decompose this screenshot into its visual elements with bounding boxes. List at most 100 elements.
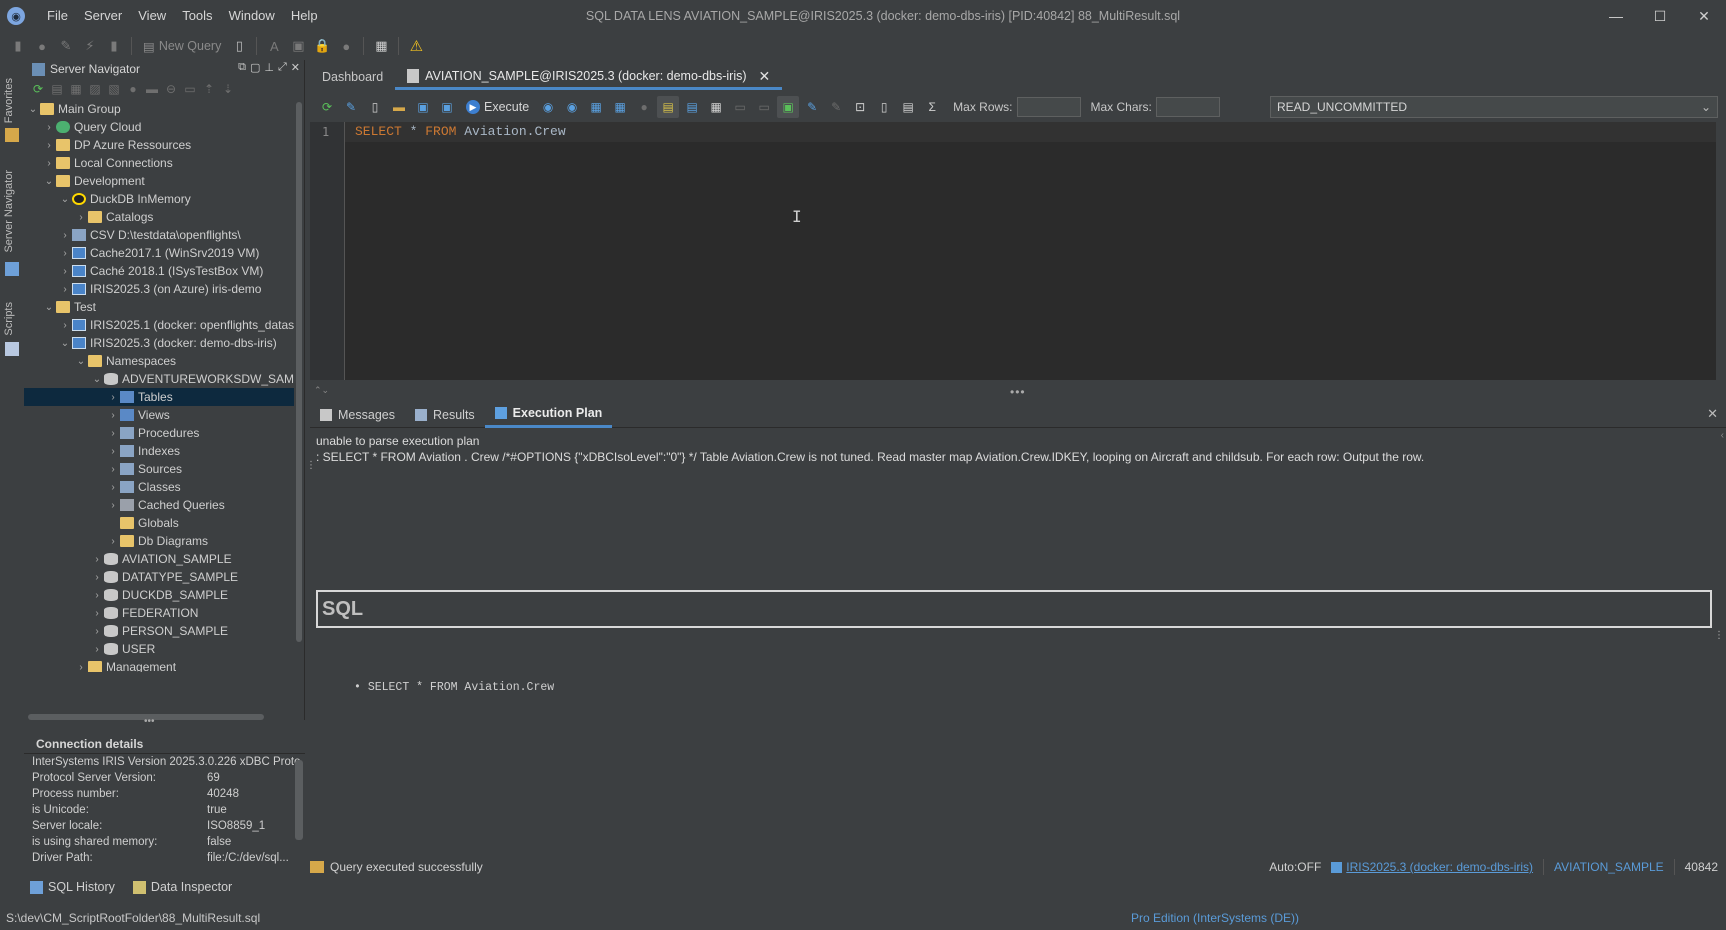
pin-panel-icon[interactable]: ⊥ — [264, 61, 274, 74]
chevron-right-icon[interactable]: › — [58, 284, 72, 295]
namespace-link[interactable]: AVIATION_SAMPLE — [1554, 860, 1664, 874]
favorites-tab[interactable]: Favorites — [3, 78, 15, 123]
tree-item[interactable]: ⌄ DuckDB InMemory — [24, 190, 294, 208]
menu-tools[interactable]: Tools — [174, 0, 220, 32]
db-icon[interactable]: ● — [125, 81, 141, 97]
menu-window[interactable]: Window — [221, 0, 283, 32]
minimize-icon[interactable]: — — [1594, 0, 1638, 32]
disconnect-icon[interactable]: ▮ — [104, 36, 124, 56]
data-inspector-tab[interactable]: Data Inspector — [132, 880, 232, 895]
menu-file[interactable]: File — [39, 0, 76, 32]
tree-item[interactable]: ⌄ ADVENTUREWORKSDW_SAMPLE — [24, 370, 294, 388]
close-panel-icon[interactable]: ✕ — [291, 61, 300, 74]
menu-server[interactable]: Server — [76, 0, 130, 32]
connect-db-icon[interactable]: ✎ — [340, 96, 362, 118]
tree-item[interactable]: ⌄ IRIS2025.3 (docker: demo-dbs-iris) — [24, 334, 294, 352]
chevron-right-icon[interactable]: › — [90, 644, 104, 655]
tree-item[interactable]: › Db Diagrams — [24, 532, 294, 550]
record-icon[interactable]: ● — [336, 36, 356, 56]
open-file-icon[interactable]: ▯ — [229, 36, 249, 56]
export-icon[interactable]: ⊡ — [849, 96, 871, 118]
tree-item[interactable]: › Cache2017.1 (WinSrv2019 VM) — [24, 244, 294, 262]
explain-icon[interactable]: ▦ — [585, 96, 607, 118]
panel-splitter[interactable]: ••• — [144, 716, 155, 727]
tree-item[interactable]: › USER — [24, 640, 294, 658]
tree-item[interactable]: › Sources — [24, 460, 294, 478]
tree-horizontal-scrollbar[interactable] — [24, 712, 294, 721]
close-window-icon[interactable]: ✕ — [1682, 0, 1726, 32]
autocommit-icon[interactable]: ▣ — [777, 96, 800, 118]
paste-icon[interactable]: ▧ — [106, 81, 122, 97]
tree-item[interactable]: › Query Cloud — [24, 118, 294, 136]
sort-up-icon[interactable]: ⇡ — [201, 81, 217, 97]
tree-item[interactable]: Globals — [24, 514, 294, 532]
lock-icon[interactable]: 🔒 — [312, 36, 332, 56]
database-icon[interactable]: ● — [32, 36, 52, 56]
plug-icon[interactable]: ⚡ — [80, 36, 100, 56]
add-connection-icon[interactable]: ▦ — [68, 81, 84, 97]
chevron-right-icon[interactable]: › — [58, 230, 72, 241]
tree-item[interactable]: › Caché 2018.1 (ISysTestBox VM) — [24, 262, 294, 280]
rename-icon[interactable]: ▭ — [182, 81, 198, 97]
chevron-down-icon[interactable]: ⌄ — [74, 356, 88, 367]
tree-item[interactable]: ⌄ Development — [24, 172, 294, 190]
collapse-arrows-icon[interactable]: ⌃⌄ — [314, 385, 329, 396]
chevron-right-icon[interactable]: › — [90, 554, 104, 565]
maximize-icon[interactable]: ☐ — [1638, 0, 1682, 32]
tab-dashboard[interactable]: Dashboard — [310, 64, 395, 90]
left-resize-grip[interactable]: ⋮ — [306, 460, 316, 471]
editor-splitter[interactable]: ••• — [1010, 385, 1026, 399]
tree-item[interactable]: › Classes — [24, 478, 294, 496]
commit-icon[interactable]: ▭ — [729, 96, 751, 118]
table-result-icon[interactable]: ▦ — [705, 96, 727, 118]
right-chevron-icon[interactable]: ‹ — [1721, 430, 1724, 441]
menu-help[interactable]: Help — [283, 0, 326, 32]
chevron-right-icon[interactable]: › — [106, 464, 120, 475]
tree-item[interactable]: › Tables — [24, 388, 294, 406]
tab-messages[interactable]: Messages — [310, 402, 405, 428]
chevron-right-icon[interactable]: › — [106, 392, 120, 403]
chevron-down-icon[interactable]: ⌄ — [90, 374, 104, 385]
refresh-icon[interactable]: ⟳ — [30, 81, 46, 97]
scripts-tab[interactable]: Scripts — [3, 302, 15, 336]
connection-details-scrollbar[interactable] — [295, 760, 303, 840]
chevron-right-icon[interactable]: › — [90, 590, 104, 601]
layout-icon[interactable]: ▦ — [371, 36, 391, 56]
minimize-panel-icon[interactable]: ▢ — [250, 61, 260, 74]
tree-item[interactable]: › IRIS2025.1 (docker: openflights_dataset… — [24, 316, 294, 334]
max-rows-input[interactable] — [1016, 97, 1081, 117]
refresh-connection-icon[interactable]: ⟳ — [316, 96, 338, 118]
chevron-right-icon[interactable]: › — [90, 608, 104, 619]
server-link[interactable]: IRIS2025.3 (docker: demo-dbs-iris) — [1331, 860, 1533, 874]
chevron-right-icon[interactable]: › — [106, 536, 120, 547]
tree-item[interactable]: › Local Connections — [24, 154, 294, 172]
server-navigator-icon[interactable] — [5, 262, 19, 276]
tree-item[interactable]: › Catalogs — [24, 208, 294, 226]
save-all-icon[interactable]: ▣ — [436, 96, 458, 118]
chevron-right-icon[interactable]: › — [42, 140, 56, 151]
tree-item[interactable]: › DUCKDB_SAMPLE — [24, 586, 294, 604]
restore-panel-icon[interactable]: ⧉ — [238, 61, 246, 74]
chevron-right-icon[interactable]: › — [42, 122, 56, 133]
rollback-icon[interactable]: ▭ — [753, 96, 775, 118]
sql-history-tab[interactable]: SQL History — [30, 880, 115, 895]
chevron-right-icon[interactable]: › — [106, 446, 120, 457]
favorites-icon[interactable] — [5, 128, 19, 142]
scripts-icon[interactable] — [5, 342, 19, 356]
chevron-right-icon[interactable]: › — [106, 500, 120, 511]
tree-item[interactable]: › AVIATION_SAMPLE — [24, 550, 294, 568]
tree-item[interactable]: › Views — [24, 406, 294, 424]
tree-item[interactable]: ⌄ Namespaces — [24, 352, 294, 370]
sum-icon[interactable]: Σ — [921, 96, 943, 118]
new-file-icon[interactable]: ▯ — [364, 96, 386, 118]
tree-item[interactable]: › PERSON_SAMPLE — [24, 622, 294, 640]
tree-vertical-scrollbar[interactable] — [294, 100, 304, 672]
chevron-right-icon[interactable]: › — [90, 626, 104, 637]
text-icon[interactable]: A — [264, 36, 284, 56]
execute-current-icon[interactable]: ◉ — [537, 96, 559, 118]
chevron-right-icon[interactable]: › — [106, 482, 120, 493]
connect-icon[interactable]: ▮ — [8, 36, 28, 56]
warning-icon[interactable]: ⚠ — [406, 36, 426, 56]
tree-item[interactable]: ⌄ Test — [24, 298, 294, 316]
chevron-down-icon[interactable]: ⌄ — [58, 194, 72, 205]
